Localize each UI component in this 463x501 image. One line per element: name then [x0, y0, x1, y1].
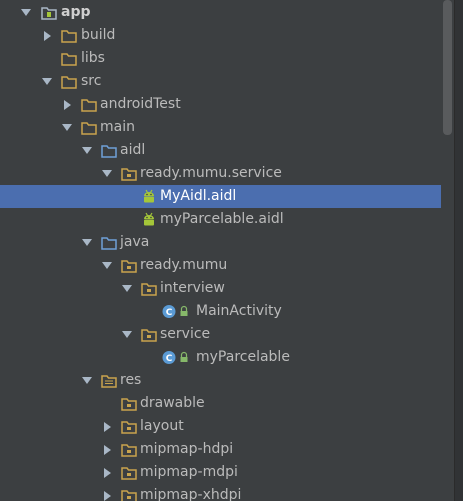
tree-node-mipmap-hdpi[interactable]: mipmap-hdpi: [0, 438, 441, 461]
tree-node-label: libs: [81, 50, 105, 66]
tree-node-label: src: [81, 73, 102, 89]
expand-arrow-icon[interactable]: [100, 484, 114, 501]
expand-arrow-icon[interactable]: [60, 93, 74, 116]
package-icon: [121, 258, 137, 273]
android-file-icon: [141, 212, 157, 227]
collapse-arrow-icon[interactable]: [19, 1, 33, 24]
tree-node-label: service: [160, 326, 211, 342]
package-icon: [121, 465, 137, 480]
tree-node-label: MyAidl.aidl: [160, 188, 237, 204]
package-icon: [121, 166, 137, 181]
lock-icon: [179, 350, 189, 365]
tree-node-label: ready.mumu: [140, 257, 228, 273]
tree-node-label: MainActivity: [196, 303, 282, 319]
package-icon: [121, 488, 137, 501]
tree-node-main[interactable]: main: [0, 116, 441, 139]
tree-node-layout[interactable]: layout: [0, 415, 441, 438]
tree-node-label: layout: [140, 418, 184, 434]
package-icon: [141, 281, 157, 296]
collapse-arrow-icon[interactable]: [60, 116, 74, 139]
collapse-arrow-icon[interactable]: [100, 254, 114, 277]
collapse-arrow-icon[interactable]: [100, 162, 114, 185]
editor-gutter-edge: [454, 0, 463, 501]
folder-icon: [61, 51, 77, 66]
collapse-arrow-icon[interactable]: [120, 323, 134, 346]
collapse-arrow-icon[interactable]: [80, 231, 94, 254]
scrollbar-thumb[interactable]: [443, 0, 452, 135]
tree-node-package-service[interactable]: ready.mumu.service: [0, 162, 441, 185]
tree-node-res[interactable]: res: [0, 369, 441, 392]
package-icon: [121, 396, 137, 411]
tree-node-label: ready.mumu.service: [140, 165, 282, 181]
folder-icon: [61, 28, 77, 43]
collapse-arrow-icon[interactable]: [80, 139, 94, 162]
expand-arrow-icon[interactable]: [100, 438, 114, 461]
tree-node-mainactivity-class[interactable]: C MainActivity: [0, 300, 441, 323]
collapse-arrow-icon[interactable]: [80, 369, 94, 392]
collapse-arrow-icon[interactable]: [40, 70, 54, 93]
class-icon: C: [162, 304, 178, 319]
folder-icon: [61, 74, 77, 89]
tree-node-java[interactable]: java: [0, 231, 441, 254]
source-folder-icon: [101, 143, 117, 158]
expand-arrow-icon[interactable]: [100, 415, 114, 438]
folder-icon: [81, 120, 97, 135]
svg-text:C: C: [166, 308, 173, 318]
tree-node-label: drawable: [140, 395, 205, 411]
tree-node-label: mipmap-xhdpi: [140, 487, 242, 501]
tree-node-package-mumu[interactable]: ready.mumu: [0, 254, 441, 277]
vertical-scrollbar[interactable]: [441, 0, 463, 501]
resource-folder-icon: [101, 373, 117, 388]
tree-node-myaidl-file[interactable]: MyAidl.aidl: [0, 185, 441, 208]
tree-node-package-service2[interactable]: service: [0, 323, 441, 346]
folder-icon: [81, 97, 97, 112]
tree-node-build[interactable]: build: [0, 24, 441, 47]
class-icon: C: [162, 350, 178, 365]
module-folder-icon: [41, 5, 57, 20]
tree-node-label: myParcelable.aidl: [160, 211, 284, 227]
tree-node-label: myParcelable: [196, 349, 290, 365]
collapse-arrow-icon[interactable]: [120, 277, 134, 300]
tree-node-app[interactable]: app: [0, 1, 441, 24]
tree-node-myparcelable-class[interactable]: C myParcelable: [0, 346, 441, 369]
tree-node-myparcelable-aidl-file[interactable]: myParcelable.aidl: [0, 208, 441, 231]
svg-text:C: C: [166, 354, 173, 364]
expand-arrow-icon[interactable]: [40, 24, 54, 47]
tree-node-label: androidTest: [100, 96, 181, 112]
source-folder-icon: [101, 235, 117, 250]
project-tree: app build libs src androidTest main aidl…: [0, 0, 463, 501]
tree-node-label: build: [81, 27, 116, 43]
lock-icon: [179, 304, 189, 319]
package-icon: [141, 327, 157, 342]
android-file-icon: [141, 189, 157, 204]
tree-node-label: main: [100, 119, 135, 135]
tree-node-libs[interactable]: libs: [0, 47, 441, 70]
expand-arrow-icon[interactable]: [100, 461, 114, 484]
package-icon: [121, 442, 137, 457]
tree-node-androidtest[interactable]: androidTest: [0, 93, 441, 116]
tree-node-package-interview[interactable]: interview: [0, 277, 441, 300]
tree-node-label: java: [120, 234, 150, 250]
tree-node-aidl[interactable]: aidl: [0, 139, 441, 162]
package-icon: [121, 419, 137, 434]
tree-node-drawable[interactable]: drawable: [0, 392, 441, 415]
tree-node-label: aidl: [120, 142, 146, 158]
tree-node-src[interactable]: src: [0, 70, 441, 93]
tree-node-label: res: [120, 372, 142, 388]
tree-node-label: interview: [160, 280, 225, 296]
tree-node-label: app: [61, 4, 91, 20]
tree-node-label: mipmap-hdpi: [140, 441, 234, 457]
tree-node-label: mipmap-mdpi: [140, 464, 238, 480]
tree-node-mipmap-mdpi[interactable]: mipmap-mdpi: [0, 461, 441, 484]
tree-node-mipmap-xhdpi[interactable]: mipmap-xhdpi: [0, 484, 441, 501]
